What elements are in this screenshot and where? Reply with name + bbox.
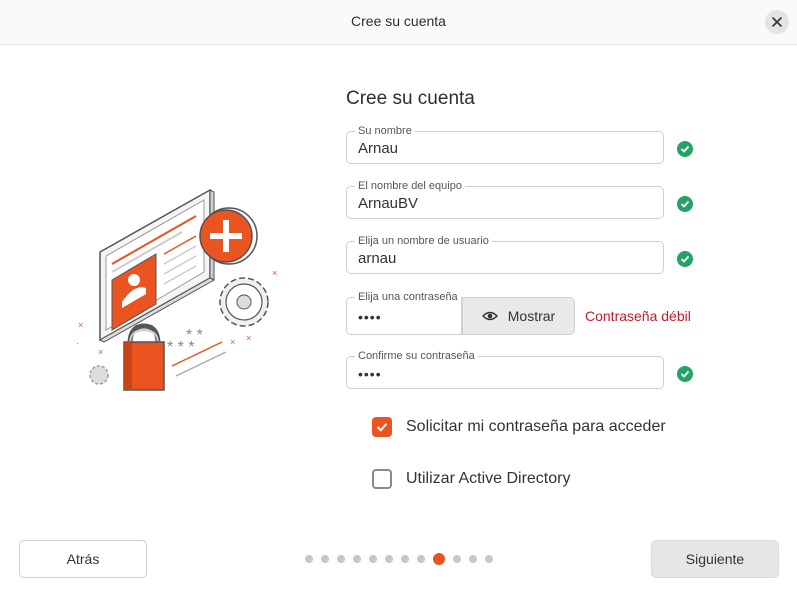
progress-dot xyxy=(321,555,329,563)
progress-dot xyxy=(385,555,393,563)
svg-text:×: × xyxy=(78,320,83,330)
progress-dot xyxy=(469,555,477,563)
back-button-label: Atrás xyxy=(66,551,100,567)
close-icon xyxy=(772,17,782,27)
svg-text:·: · xyxy=(76,338,79,348)
require-password-label[interactable]: Solicitar mi contraseña para acceder xyxy=(406,418,666,436)
active-directory-checkbox[interactable] xyxy=(372,469,392,489)
name-check-icon xyxy=(677,141,693,157)
show-password-label: Mostrar xyxy=(507,308,556,324)
password-label: Elija una contraseña xyxy=(355,291,461,303)
eye-icon xyxy=(481,311,498,321)
username-label: Elija un nombre de usuario xyxy=(355,235,492,247)
username-value: arnau xyxy=(358,250,397,267)
progress-dot xyxy=(401,555,409,563)
show-password-button[interactable]: Mostrar xyxy=(462,297,575,335)
account-illustration: * * * * * × × × × × · xyxy=(76,188,277,391)
svg-text:×: × xyxy=(272,268,277,278)
name-label: Su nombre xyxy=(355,125,415,137)
progress-dot xyxy=(369,555,377,563)
password-value: •••• xyxy=(358,309,382,325)
checkmark-icon xyxy=(376,423,388,432)
progress-dot xyxy=(305,555,313,563)
username-field[interactable]: Elija un nombre de usuario arnau xyxy=(346,235,664,274)
next-button[interactable]: Siguiente xyxy=(651,540,779,578)
confirm-password-label: Confirme su contraseña xyxy=(355,350,478,362)
svg-text:×: × xyxy=(246,333,251,343)
require-password-checkbox[interactable] xyxy=(372,417,392,437)
confirm-password-field[interactable]: Confirme su contraseña •••• xyxy=(346,350,664,389)
name-field[interactable]: Su nombre Arnau xyxy=(346,125,664,164)
back-button[interactable]: Atrás xyxy=(19,540,147,578)
progress-dot xyxy=(453,555,461,563)
progress-dot xyxy=(353,555,361,563)
title-bar: Cree su cuenta xyxy=(0,0,797,45)
close-button[interactable] xyxy=(765,10,789,34)
username-check-icon xyxy=(677,251,693,267)
computer-check-icon xyxy=(677,196,693,212)
computer-name-value: ArnauBV xyxy=(358,195,419,212)
password-field[interactable]: Elija una contraseña •••• xyxy=(346,291,462,335)
active-directory-label[interactable]: Utilizar Active Directory xyxy=(406,470,570,488)
svg-text:* *: * * xyxy=(186,327,203,344)
computer-name-field[interactable]: El nombre del equipo ArnauBV xyxy=(346,180,664,219)
progress-dot xyxy=(337,555,345,563)
page-heading: Cree su cuenta xyxy=(346,88,475,109)
confirm-password-value: •••• xyxy=(358,366,382,382)
next-button-label: Siguiente xyxy=(685,551,745,567)
svg-text:×: × xyxy=(230,337,235,347)
progress-dot xyxy=(485,555,493,563)
computer-name-label: El nombre del equipo xyxy=(355,180,465,192)
window-title: Cree su cuenta xyxy=(351,13,446,29)
confirm-check-icon xyxy=(677,366,693,382)
progress-dot xyxy=(417,555,425,563)
progress-dot-active xyxy=(433,553,445,565)
svg-text:×: × xyxy=(98,347,103,357)
password-strength: Contraseña débil xyxy=(585,308,691,324)
name-value: Arnau xyxy=(358,140,399,157)
